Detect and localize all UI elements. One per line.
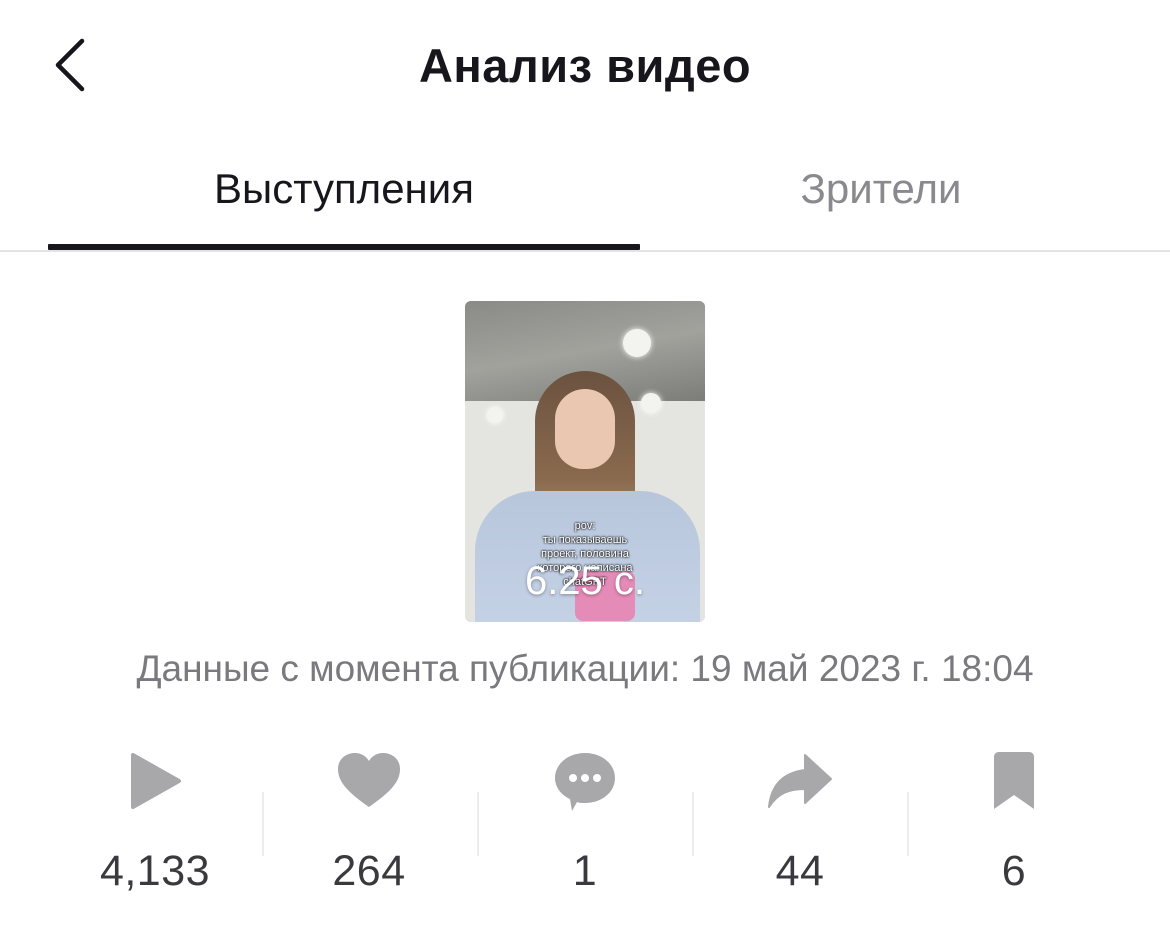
caption-line: pov:: [574, 520, 596, 532]
stat-shares: 44: [700, 740, 900, 920]
header: Анализ видео: [0, 0, 1170, 130]
stat-comments: 1: [485, 740, 685, 920]
stat-likes: 264: [269, 740, 469, 920]
thumbnail-lamp: [623, 329, 651, 357]
thumbnail-lamp: [641, 393, 661, 413]
tab-viewers[interactable]: Зрители: [640, 140, 1122, 250]
likes-count: 264: [332, 847, 406, 895]
comments-count: 1: [572, 847, 598, 895]
stat-divider: [477, 792, 479, 856]
stat-views: 4,133: [55, 740, 255, 920]
page-title: Анализ видео: [418, 39, 752, 92]
tab-bar: Выступления Зрители: [0, 140, 1170, 252]
stat-divider: [692, 792, 694, 856]
thumbnail-face: [555, 389, 615, 469]
tab-performance[interactable]: Выступления: [48, 140, 640, 250]
stat-divider: [262, 792, 264, 856]
play-icon: [115, 740, 195, 822]
caption-line: ты показываешь: [542, 534, 628, 546]
publication-date: Данные с момента публикации: 19 май 2023…: [136, 648, 1034, 689]
heart-icon: [329, 740, 409, 822]
stat-divider: [907, 792, 909, 856]
stats-row: 4,133 264 1 44 6: [0, 740, 1170, 934]
thumbnail-lamp: [487, 407, 503, 423]
saves-count: 6: [1001, 847, 1027, 895]
shares-count: 44: [775, 847, 825, 895]
views-count: 4,133: [99, 847, 211, 895]
active-tab-indicator: [48, 244, 640, 250]
stat-saves: 6: [914, 740, 1114, 920]
share-icon: [760, 740, 840, 822]
video-duration: 6.25 с.: [524, 559, 646, 603]
comment-icon: [545, 740, 625, 822]
bookmark-icon: [974, 740, 1054, 822]
video-thumbnail[interactable]: pov: ты показываешь проект, половина кот…: [465, 301, 705, 622]
